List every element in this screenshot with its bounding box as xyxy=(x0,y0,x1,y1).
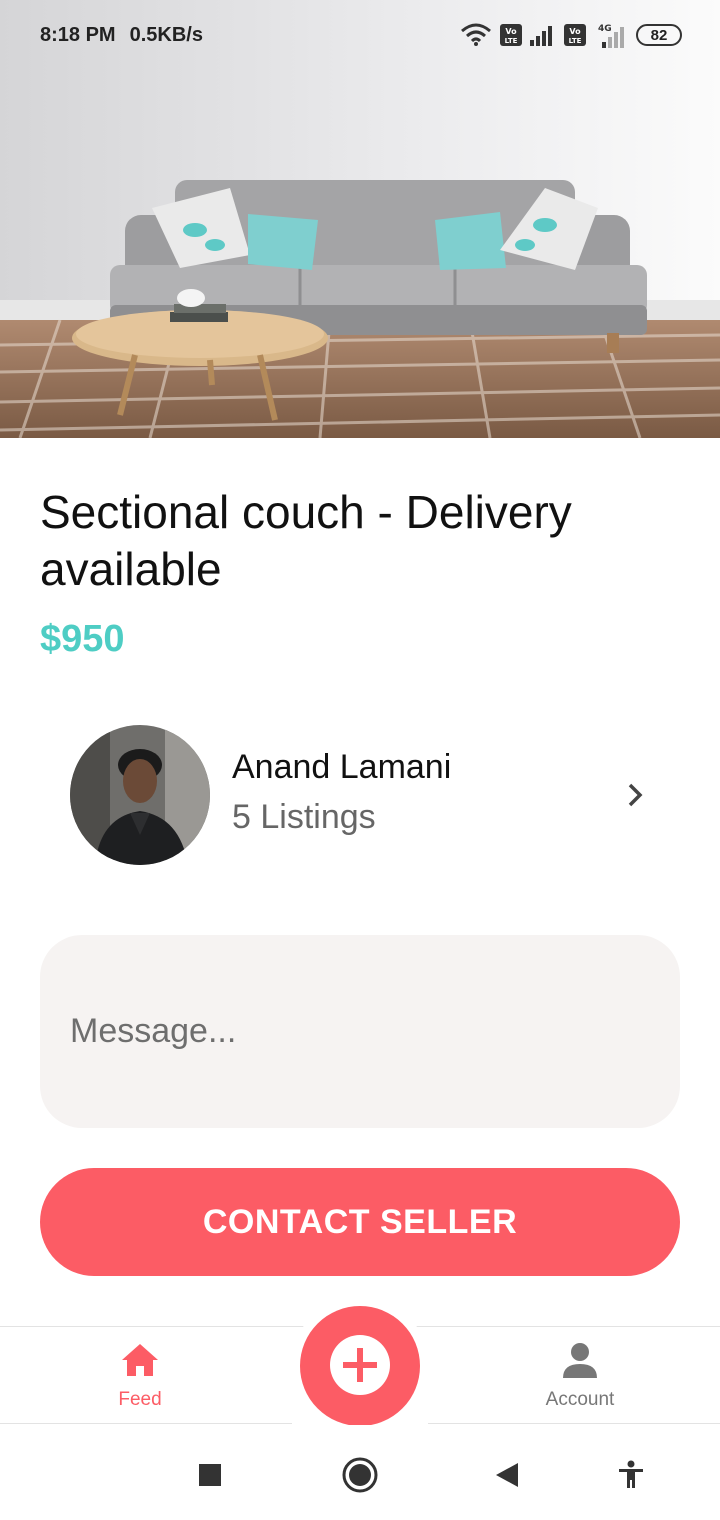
seller-row[interactable]: Anand Lamani 5 Listings xyxy=(70,725,650,865)
system-nav-bar xyxy=(0,1425,720,1520)
svg-text:Vo: Vo xyxy=(569,27,581,36)
status-time: 8:18 PM xyxy=(40,23,116,46)
signal-4g-icon: 4G xyxy=(594,22,628,48)
recents-button[interactable] xyxy=(185,1450,235,1500)
status-bar: 8:18 PM 0.5KB/s Vo LTE Vo LTE 4G 82 xyxy=(0,0,720,70)
battery-icon: 82 xyxy=(636,24,682,46)
wifi-icon xyxy=(460,23,492,47)
person-icon xyxy=(560,1342,600,1383)
svg-text:LTE: LTE xyxy=(505,37,518,45)
add-listing-button[interactable] xyxy=(300,1306,420,1426)
listing-price: $950 xyxy=(40,618,125,660)
accessibility-icon[interactable] xyxy=(606,1450,656,1500)
plus-icon xyxy=(325,1330,395,1403)
chevron-right-icon[interactable] xyxy=(620,775,650,815)
tab-account-label: Account xyxy=(545,1388,615,1410)
signal-icon xyxy=(530,24,556,46)
contact-seller-button[interactable]: CONTACT SELLER xyxy=(40,1168,680,1276)
volte-icon: Vo LTE xyxy=(500,24,522,46)
tab-account[interactable]: Account xyxy=(500,1327,660,1425)
svg-text:LTE: LTE xyxy=(569,37,582,45)
message-input[interactable] xyxy=(40,935,680,1128)
tab-feed[interactable]: Feed xyxy=(60,1327,220,1425)
svg-text:Vo: Vo xyxy=(505,27,517,36)
tab-feed-label: Feed xyxy=(118,1388,162,1410)
network-type: 4G xyxy=(598,24,612,34)
listing-title: Sectional couch - Delivery available xyxy=(40,486,572,595)
seller-name: Anand Lamani xyxy=(232,748,452,786)
status-speed: 0.5KB/s xyxy=(129,23,203,46)
home-icon xyxy=(120,1342,160,1383)
volte-icon-2: Vo LTE xyxy=(564,24,586,46)
back-button[interactable] xyxy=(482,1450,532,1500)
home-button[interactable] xyxy=(335,1450,385,1500)
seller-avatar xyxy=(70,725,210,865)
seller-listings-count: 5 Listings xyxy=(232,798,376,836)
